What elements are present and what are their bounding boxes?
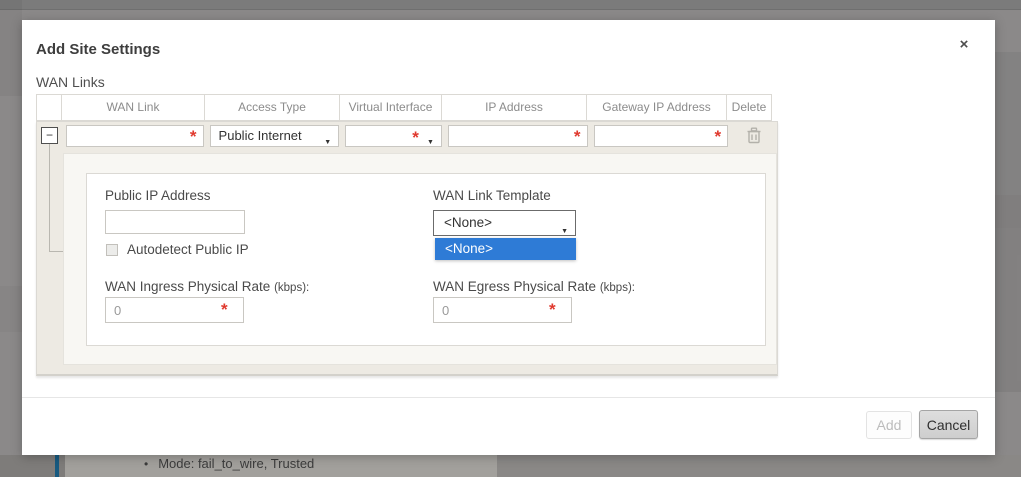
ip-address-input[interactable] [447, 125, 588, 147]
ingress-label-text: WAN Ingress Physical Rate [105, 279, 271, 294]
wan-link-row-container: − * Public Internet ▼ * ▼ * * Public IP … [36, 121, 778, 376]
collapse-row-button[interactable]: − [41, 127, 58, 144]
autodetect-public-ip-label: Autodetect Public IP [127, 242, 249, 257]
footer-divider [22, 397, 995, 398]
header-virtual-interface: Virtual Interface [339, 94, 442, 121]
bullet-icon: • [144, 457, 149, 471]
wan-links-section-label: WAN Links [36, 74, 105, 90]
background-top-bar [0, 0, 1021, 10]
trash-icon[interactable] [747, 127, 762, 149]
background-overlay-patch [497, 455, 1021, 477]
header-expander [36, 94, 62, 121]
public-ip-input[interactable] [105, 210, 245, 234]
table-row: − * Public Internet ▼ * ▼ * * [37, 122, 777, 150]
wan-ingress-rate-input[interactable] [105, 297, 244, 323]
add-site-settings-dialog: × Add Site Settings WAN Links WAN Link A… [22, 20, 995, 455]
header-gateway-ip-address: Gateway IP Address [586, 94, 727, 121]
wan-ingress-rate-label: WAN Ingress Physical Rate (kbps): [105, 279, 309, 294]
header-wan-link: WAN Link [61, 94, 205, 121]
virtual-interface-select[interactable]: * ▼ [345, 125, 442, 147]
cancel-button[interactable]: Cancel [919, 410, 978, 439]
wan-egress-rate-label: WAN Egress Physical Rate (kbps): [433, 279, 635, 294]
background-overlay-patch [0, 286, 22, 332]
background-accent-bar [55, 455, 59, 477]
wan-link-template-value: <None> [444, 215, 493, 230]
header-delete: Delete [726, 94, 772, 121]
wan-link-input[interactable] [65, 125, 204, 147]
background-overlay-patch [995, 195, 1021, 228]
background-overlay-patch [995, 228, 1021, 392]
wan-egress-rate-input[interactable] [433, 297, 572, 323]
wan-link-detail-panel: Public IP Address Autodetect Public IP W… [86, 173, 766, 346]
mode-text: Mode: fail_to_wire, Trusted [158, 456, 315, 471]
close-icon[interactable]: × [955, 36, 973, 54]
egress-unit-text: (kbps): [599, 282, 635, 294]
wan-link-template-option-none[interactable]: <None> [435, 238, 576, 260]
add-button[interactable]: Add [866, 411, 912, 439]
access-type-select[interactable]: Public Internet ▼ [209, 125, 340, 147]
chevron-down-icon: ▼ [426, 139, 434, 146]
egress-label-text: WAN Egress Physical Rate [433, 279, 597, 294]
background-mode-text: • Mode: fail_to_wire, Trusted [144, 455, 314, 475]
wan-link-template-label: WAN Link Template [433, 188, 551, 203]
background-overlay-patch [0, 0, 22, 96]
tree-connector-line [49, 144, 50, 251]
dialog-title: Add Site Settings [36, 41, 161, 58]
required-asterisk-icon: * [412, 128, 419, 147]
gateway-ip-input[interactable] [593, 125, 729, 147]
autodetect-public-ip-checkbox[interactable] [106, 244, 118, 256]
chevron-down-icon: ▼ [324, 139, 332, 146]
tree-connector-line [49, 251, 63, 252]
public-ip-label: Public IP Address [105, 188, 211, 203]
access-type-value: Public Internet [218, 128, 302, 143]
wan-links-table: WAN Link Access Type Virtual Interface I… [36, 94, 778, 376]
header-access-type: Access Type [204, 94, 340, 121]
background-overlay-patch [995, 52, 1021, 195]
table-header-row: WAN Link Access Type Virtual Interface I… [36, 94, 778, 121]
ingress-unit-text: (kbps): [274, 282, 310, 294]
wan-link-template-select[interactable]: <None> ▼ [433, 210, 576, 236]
header-ip-address: IP Address [441, 94, 587, 121]
